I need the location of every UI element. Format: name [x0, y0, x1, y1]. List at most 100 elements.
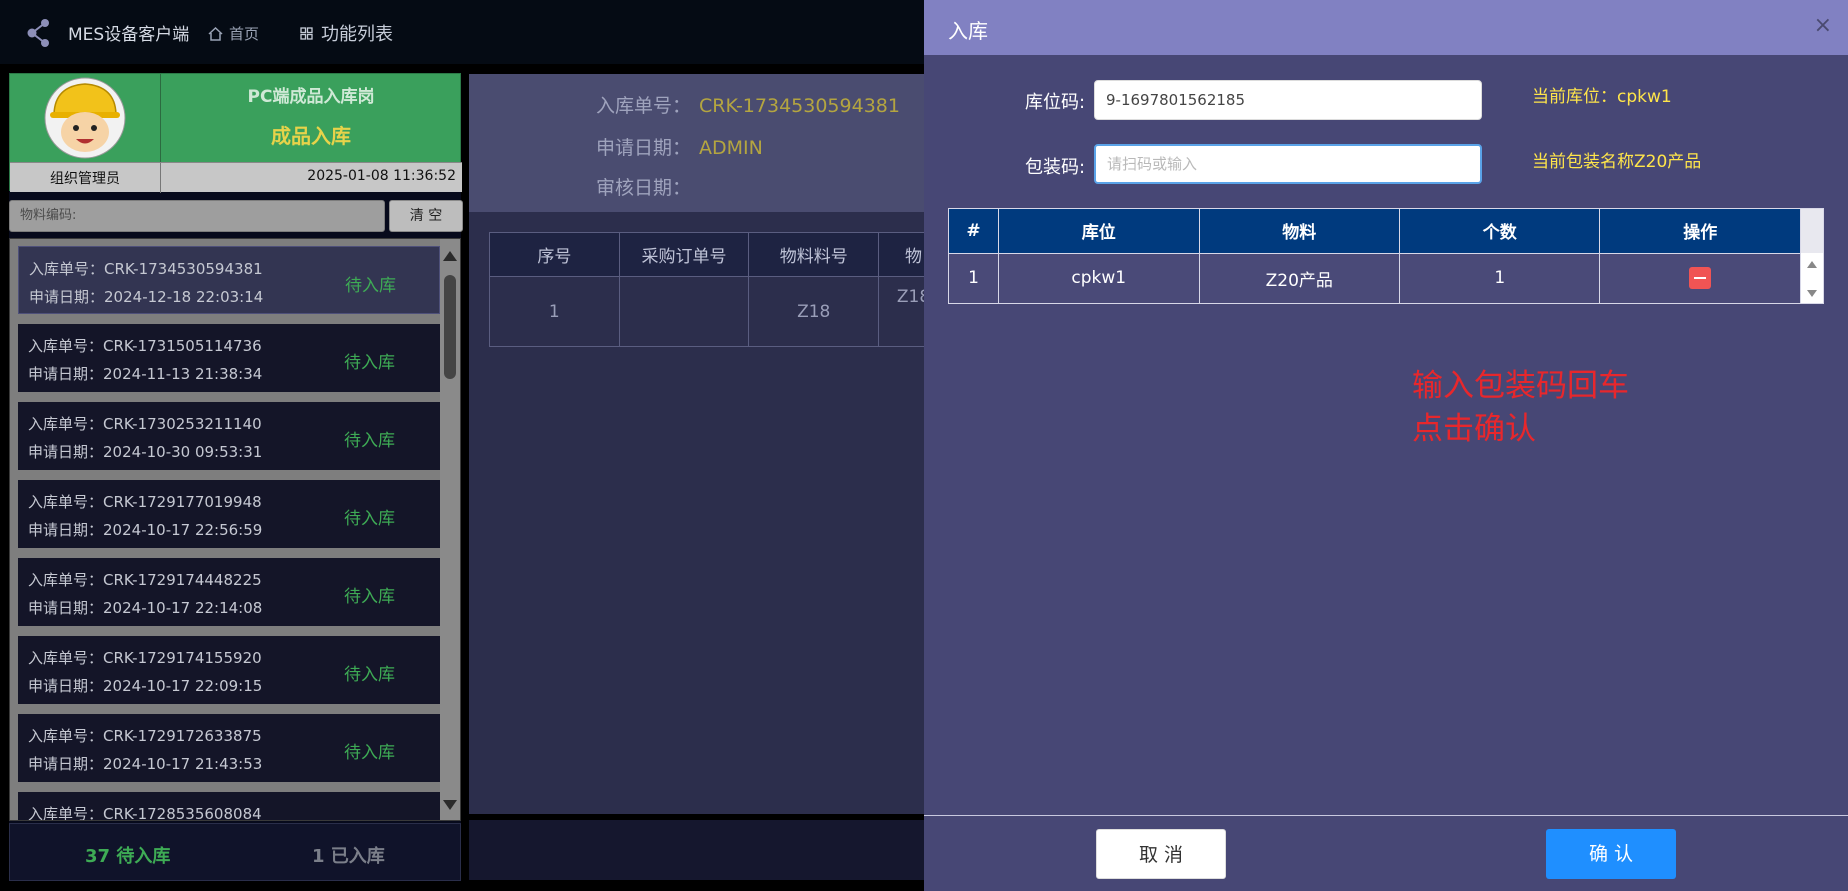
detail-order-no-label: 入库单号： [596, 95, 692, 117]
apply-date: 2024-10-17 22:09:15 [103, 677, 263, 695]
delete-row-button[interactable] [1689, 267, 1712, 290]
apply-date: 2024-10-17 22:56:59 [103, 521, 263, 539]
apply-date-label: 申请日期： [29, 288, 105, 306]
apply-date-line: 申请日期：2024-10-30 09:53:31 [28, 441, 262, 462]
detail-table-header: 序号 采购订单号 物料料号 物 [489, 232, 949, 277]
detail-apply-date: ADMIN [699, 137, 763, 159]
order-no: CRK-1729174155920 [103, 649, 262, 667]
order-no-line: 入库单号：CRK-1730253211140 [28, 413, 262, 434]
worker-avatar-icon [44, 77, 126, 159]
user-role: 组织管理员 [50, 171, 120, 187]
confirm-button[interactable]: 确 认 [1546, 829, 1676, 879]
apply-date-line: 申请日期：2024-10-17 22:09:15 [28, 675, 262, 696]
order-detail-header: 入库单号： CRK-1734530594381 申请日期： ADMIN 审核日期： [469, 74, 929, 212]
stock-in-table-grid: # 库位 物料 个数 操作 1 cpkw1 Z20产品 1 [949, 209, 1801, 303]
list-item[interactable]: 入库单号：CRK-1729174155920 申请日期：2024-10-17 22… [18, 636, 440, 704]
nav-functions[interactable]: 功能列表 [300, 20, 393, 46]
list-item[interactable]: 入库单号：CRK-1729172633875 申请日期：2024-10-17 21… [18, 714, 440, 782]
scroll-up-arrow-icon[interactable] [443, 251, 457, 261]
apply-date-line: 申请日期：2024-10-17 22:14:08 [28, 597, 262, 618]
left-panel: PC端成品入库岗 成品入库 组织管理员 2025-01-08 11:36:52 … [9, 73, 463, 881]
cancel-button[interactable]: 取 消 [1096, 829, 1226, 879]
scroll-thumb[interactable] [444, 275, 456, 379]
order-no: CRK-1729172633875 [103, 727, 262, 745]
order-list-scrollbar[interactable] [440, 239, 460, 820]
dialog-header: 入库 × [924, 0, 1848, 55]
list-item[interactable]: 入库单号：CRK-1734530594381 申请日期：2024-12-18 22… [18, 246, 440, 314]
col-action-header: 操作 [1599, 209, 1801, 254]
status-badge: 待入库 [345, 276, 396, 296]
nav-home-label: 首页 [229, 25, 260, 43]
order-no: CRK-1728535608084 [103, 805, 262, 821]
app-title: MES设备客户端 [68, 25, 190, 45]
order-no: CRK-1729177019948 [103, 493, 262, 511]
clear-button[interactable]: 清 空 [389, 200, 463, 232]
detail-apply-date-row: 申请日期： ADMIN [596, 133, 763, 160]
detail-apply-date-label: 申请日期： [596, 137, 692, 159]
nav-functions-label: 功能列表 [321, 24, 393, 45]
current-location-info: 当前库位：cpkw1 [1532, 87, 1672, 107]
table-header-scroll-gutter [1801, 209, 1823, 253]
detail-col-header: 序号 [489, 232, 620, 277]
apply-date-line: 申请日期：2024-11-13 21:38:34 [28, 363, 262, 384]
table-scroll-down-icon[interactable] [1807, 290, 1817, 297]
order-no-label: 入库单号： [28, 649, 104, 667]
pending-count-tab[interactable]: 37 待入库 [85, 842, 170, 868]
list-item[interactable]: 入库单号：CRK-1729177019948 申请日期：2024-10-17 22… [18, 480, 440, 548]
instruction-annotation: 输入包装码回车 点击确认 [1412, 368, 1629, 447]
station-title: PC端成品入库岗 [247, 87, 375, 107]
apply-date-label: 申请日期： [28, 521, 104, 539]
apply-date: 2024-10-30 09:53:31 [103, 443, 263, 461]
detail-audit-date-label: 审核日期： [596, 177, 692, 199]
status-badge: 待入库 [344, 743, 395, 763]
list-item[interactable]: 入库单号：CRK-1730253211140 申请日期：2024-10-30 09… [18, 402, 440, 470]
order-no: CRK-1731505114736 [103, 337, 262, 355]
detail-audit-date-row: 审核日期： [596, 173, 691, 200]
dialog-title: 入库 [948, 19, 988, 43]
table-scroll-up-icon[interactable] [1807, 261, 1817, 268]
done-count-tab[interactable]: 1 已入库 [312, 842, 385, 868]
dialog-footer-divider [924, 815, 1848, 816]
table-cell: 1 [949, 253, 1000, 303]
status-badge: 待入库 [344, 509, 395, 529]
apply-date-label: 申请日期： [28, 755, 104, 773]
stock-in-table: # 库位 物料 个数 操作 1 cpkw1 Z20产品 1 [948, 208, 1824, 304]
table-cell: cpkw1 [998, 253, 1200, 303]
order-no: CRK-1730253211140 [103, 415, 262, 433]
order-no-line: 入库单号：CRK-1731505114736 [28, 335, 262, 356]
footer-divider [160, 163, 161, 193]
order-no-label: 入库单号： [29, 260, 105, 278]
detail-order-no-row: 入库单号： CRK-1734530594381 [596, 91, 900, 118]
close-icon[interactable]: × [1814, 13, 1832, 38]
location-code-label: 库位码: [1025, 92, 1086, 113]
order-no-label: 入库单号： [28, 805, 104, 821]
apply-date-line: 申请日期：2024-12-18 22:03:14 [29, 286, 263, 307]
order-no-line: 入库单号：CRK-1729172633875 [28, 725, 262, 746]
detail-bottom-bar [469, 820, 929, 880]
table-row[interactable]: 1 Z18 Z18 [489, 276, 949, 347]
order-no: CRK-1729174448225 [103, 571, 262, 589]
table-row[interactable]: 1 cpkw1 Z20产品 1 [949, 253, 1801, 303]
order-no-label: 入库单号： [28, 571, 104, 589]
apply-date: 2024-12-18 22:03:14 [104, 288, 264, 306]
list-item[interactable]: 入库单号：CRK-1731505114736 申请日期：2024-11-13 21… [18, 324, 440, 392]
scroll-down-arrow-icon[interactable] [443, 800, 457, 810]
user-card: PC端成品入库岗 成品入库 组织管理员 2025-01-08 11:36:52 [9, 73, 462, 193]
card-footer: 组织管理员 2025-01-08 11:36:52 [10, 162, 462, 193]
list-item[interactable]: 入库单号：CRK-1729174448225 申请日期：2024-10-17 22… [18, 558, 440, 626]
location-code-input[interactable]: 9-1697801562185 [1094, 80, 1482, 120]
list-item[interactable]: 入库单号：CRK-1728535608084申请日期：待入库 [18, 792, 440, 821]
status-badge: 待入库 [344, 353, 395, 373]
order-no-label: 入库单号： [28, 493, 104, 511]
order-no-label: 入库单号： [28, 415, 104, 433]
material-code-search-input[interactable]: 物料编码: [9, 200, 385, 232]
package-code-input[interactable]: 请扫码或输入 [1094, 144, 1482, 184]
order-no-line: 入库单号：CRK-1728535608084 [28, 803, 262, 821]
station-subtitle: 成品入库 [271, 124, 351, 148]
order-no-label: 入库单号： [28, 337, 104, 355]
current-package-info: 当前包装名称Z20产品 [1532, 152, 1702, 172]
status-badge: 待入库 [344, 665, 395, 685]
nav-home[interactable]: 首页 [208, 23, 259, 44]
search-row: 物料编码: 清 空 [9, 200, 463, 232]
table-scrollbar[interactable] [1801, 253, 1823, 303]
